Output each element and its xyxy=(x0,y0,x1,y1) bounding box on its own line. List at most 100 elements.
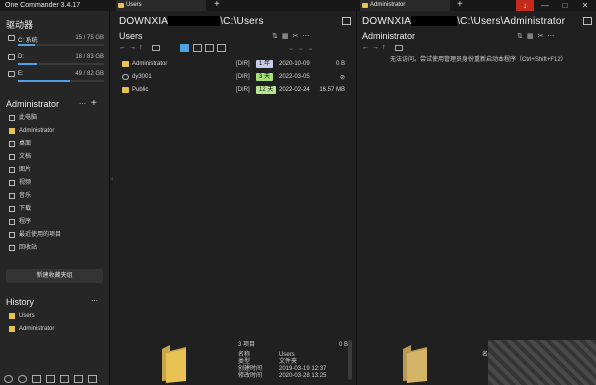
drive-d[interactable]: D: 18 / 83 GB xyxy=(8,54,104,66)
sidebar-item-documents[interactable]: 文档 xyxy=(9,153,31,163)
recent-icon xyxy=(9,232,15,238)
tab-users[interactable]: Users xyxy=(116,0,206,11)
maximize-button[interactable]: □ xyxy=(556,0,574,11)
window-icon[interactable] xyxy=(32,375,41,383)
new-tab-left-button[interactable]: + xyxy=(214,0,220,10)
sidebar-item-desktop[interactable]: 桌面 xyxy=(9,140,31,150)
row-age-badge: 1 年 xyxy=(256,60,274,68)
row-size: 0 B xyxy=(335,61,345,67)
left-sort-toolbar[interactable]: ⇅▦✂⋯ xyxy=(272,32,313,40)
download-icon xyxy=(9,206,15,212)
title-bar xyxy=(0,0,596,11)
row-date: 2020-10-09 xyxy=(279,61,310,67)
recycle-icon xyxy=(9,245,15,251)
history-item-label: Administrator xyxy=(19,326,55,332)
sidebar-item-downloads[interactable]: 下载 xyxy=(9,205,31,215)
drive-icon xyxy=(8,35,15,41)
details-scrollbar[interactable] xyxy=(348,340,352,380)
sidebar-item-pictures[interactable]: 图片 xyxy=(9,166,31,176)
drive-label: E: xyxy=(18,71,24,77)
folder-icon[interactable] xyxy=(395,45,403,51)
sidebar-item-music[interactable]: 音乐 xyxy=(9,192,31,202)
program-icon xyxy=(9,219,15,225)
sidebar-item-pc[interactable]: 此电脑 xyxy=(9,114,37,124)
pc-icon xyxy=(9,115,15,121)
drive-size: 49 / 82 GB xyxy=(75,71,104,77)
sidebar-item-administrator[interactable]: Administrator xyxy=(9,127,54,137)
left-nav-buttons[interactable]: ←→↑ xyxy=(119,44,146,51)
sidebar-footer-toolbar xyxy=(4,375,104,384)
terminal-icon[interactable] xyxy=(46,375,55,383)
tab-label: Administrator xyxy=(370,2,406,8)
sidebar-item-label: 音乐 xyxy=(19,193,32,199)
video-icon xyxy=(9,180,15,186)
left-path-bar[interactable]: DOWNXIA \C:\Users xyxy=(119,16,264,27)
sidebar-item-recycle[interactable]: 回收站 xyxy=(9,244,37,254)
picture-icon xyxy=(9,167,15,173)
row-size: 16.57 MB xyxy=(319,87,345,93)
history-item-administrator[interactable]: Administrator xyxy=(9,325,54,335)
power-icon[interactable] xyxy=(4,375,13,383)
history-title: History xyxy=(6,297,35,307)
table-row[interactable]: Administrator [DIR] 1 年 2020-10-09 0 B xyxy=(116,58,349,71)
table-row[interactable]: Public [DIR] 12 天 2022-02-24 16.57 MB xyxy=(116,84,349,97)
tile-view-icon[interactable] xyxy=(217,44,226,52)
folder-icon xyxy=(118,3,124,8)
access-error-message: 无法访问。尝试使用管理员身份重新启动本程序（Ctrl+Shift+F12） xyxy=(390,57,567,63)
folder-icon[interactable] xyxy=(152,45,160,51)
right-path-bar[interactable]: DOWNXIA \C:\Users\Administrator xyxy=(362,16,565,27)
sidebar-item-label: 桌面 xyxy=(19,141,32,147)
drive-icon xyxy=(8,71,15,77)
drive-size: 15 / 75 GB xyxy=(75,35,104,41)
folder-icon xyxy=(122,61,129,67)
drive-c[interactable]: C: 系统 15 / 75 GB xyxy=(8,35,104,47)
sidebar-item-recent[interactable]: 最近使用的项目 xyxy=(9,231,61,241)
sidebar-item-label: Administrator xyxy=(19,128,55,134)
user-icon xyxy=(122,74,129,80)
big-folder-icon xyxy=(401,343,429,385)
settings-icon[interactable] xyxy=(88,375,97,383)
more-icon[interactable]: ⋯ xyxy=(79,100,86,108)
columns-icon[interactable] xyxy=(583,17,592,25)
history-item-label: Users xyxy=(19,313,35,319)
path-suffix: \C:\Users\Administrator xyxy=(457,16,566,27)
details-view-icon[interactable] xyxy=(193,44,202,52)
row-name: Public xyxy=(132,87,149,93)
more-icon[interactable]: ⋯ xyxy=(91,297,98,305)
search-icon[interactable] xyxy=(60,375,69,383)
detail-key: 修改时间 xyxy=(238,373,263,379)
right-nav-buttons[interactable]: ←→↑ xyxy=(362,44,389,51)
grid-view-icon[interactable] xyxy=(205,44,214,52)
collapse-handle[interactable]: ‹ xyxy=(111,176,113,183)
drive-label: C: 系统 xyxy=(18,38,38,44)
drive-usage-bar xyxy=(18,80,104,82)
new-tab-right-button[interactable]: + xyxy=(457,0,463,10)
item-count-size: 0 B xyxy=(339,342,349,348)
path-suffix: \C:\Users xyxy=(220,16,264,27)
close-button[interactable]: ✕ xyxy=(576,0,594,11)
sidebar-item-programs[interactable]: 程序 xyxy=(9,218,31,228)
path-prefix: DOWNXIA xyxy=(362,16,412,27)
update-download-button[interactable]: ↓ xyxy=(516,0,534,11)
add-favorite-button[interactable]: + xyxy=(91,99,97,109)
drive-e[interactable]: E: 49 / 82 GB xyxy=(8,71,104,83)
right-folder-title: Administrator xyxy=(362,31,416,41)
minimize-button[interactable]: — xyxy=(536,0,554,11)
left-sort-arrows[interactable]: ⌄⌄⌄ xyxy=(288,44,318,52)
sidebar-item-videos[interactable]: 视频 xyxy=(9,179,31,189)
row-type: [DIR] xyxy=(236,87,250,93)
new-favorite-group-button[interactable]: 新建收藏夹组 xyxy=(6,269,103,283)
user-icon[interactable] xyxy=(74,375,83,383)
clock-icon[interactable] xyxy=(18,375,27,383)
sidebar-item-label: 图片 xyxy=(19,167,32,173)
list-view-icon[interactable] xyxy=(180,44,189,52)
sidebar-item-label: 文档 xyxy=(19,154,32,160)
tab-administrator[interactable]: Administrator xyxy=(360,0,450,11)
history-item-users[interactable]: Users xyxy=(9,312,35,322)
columns-icon[interactable] xyxy=(342,17,351,25)
row-type: [DIR] xyxy=(236,74,250,80)
row-name: Administrator xyxy=(132,61,168,67)
table-row[interactable]: dy3001 [DIR] 3 天 2022-03-05 ⊘ xyxy=(116,71,349,84)
right-sort-toolbar[interactable]: ⇅▦✂⋯ xyxy=(517,32,558,40)
music-icon xyxy=(9,193,15,199)
